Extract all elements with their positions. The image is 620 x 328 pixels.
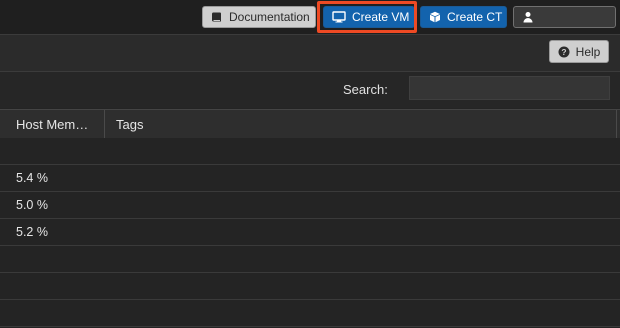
- table-header: Host Mem… Tags: [0, 109, 620, 139]
- search-bar: Search:: [0, 72, 620, 108]
- svg-text:?: ?: [561, 47, 566, 57]
- table-row[interactable]: [0, 246, 620, 273]
- table-row[interactable]: [0, 300, 620, 327]
- book-icon: [211, 11, 223, 23]
- table-row[interactable]: [0, 273, 620, 300]
- create-vm-button[interactable]: Create VM: [323, 6, 415, 28]
- column-header-host-memory[interactable]: Host Mem…: [0, 110, 105, 138]
- table-row[interactable]: 5.2 %: [0, 219, 620, 246]
- monitor-icon: [332, 11, 346, 23]
- host-memory-cell: 5.2 %: [16, 225, 48, 239]
- column-header-tags[interactable]: Tags: [105, 110, 617, 138]
- table-row[interactable]: [0, 138, 620, 165]
- host-memory-cell: 5.0 %: [16, 198, 48, 212]
- top-toolbar: Documentation Create VM Create CT: [0, 0, 620, 34]
- table-row[interactable]: 5.4 %: [0, 165, 620, 192]
- create-vm-label: Create VM: [352, 10, 410, 24]
- documentation-label: Documentation: [229, 10, 310, 24]
- table-row[interactable]: 5.0 %: [0, 192, 620, 219]
- panel-toolbar: ? Help: [0, 35, 620, 71]
- cube-icon: [429, 11, 441, 23]
- help-label: Help: [575, 44, 601, 59]
- question-circle-icon: ?: [558, 46, 570, 58]
- search-input[interactable]: [409, 76, 610, 100]
- user-menu-button[interactable]: [513, 6, 616, 28]
- user-icon: [522, 11, 534, 23]
- host-memory-cell: 5.4 %: [16, 171, 48, 185]
- help-button[interactable]: ? Help: [549, 40, 609, 63]
- search-label: Search:: [343, 82, 388, 97]
- create-ct-label: Create CT: [447, 10, 503, 24]
- documentation-button[interactable]: Documentation: [202, 6, 316, 28]
- table-body: 5.4 % 5.0 % 5.2 %: [0, 138, 620, 327]
- create-ct-button[interactable]: Create CT: [420, 6, 507, 28]
